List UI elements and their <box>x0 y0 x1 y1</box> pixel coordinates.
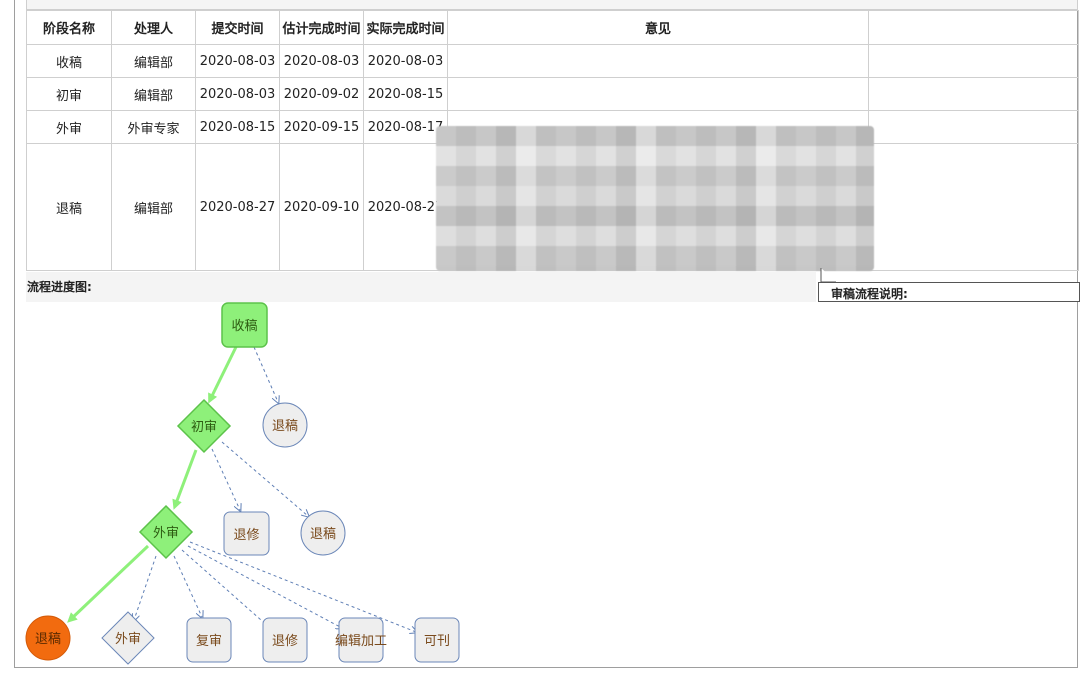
svg-text:退稿: 退稿 <box>272 418 298 434</box>
node-reject-1[interactable]: 退稿 <box>262 402 308 448</box>
node-editing[interactable]: 编辑加工 <box>335 617 387 663</box>
node-initial-review[interactable]: 初审 <box>176 398 232 454</box>
edge-initial-to-reject <box>221 441 308 516</box>
edge-received-to-reject <box>253 346 278 402</box>
svg-text:收稿: 收稿 <box>231 318 257 334</box>
edge-external-to-external2 <box>134 555 157 620</box>
svg-text:可刊: 可刊 <box>424 634 450 649</box>
edge-external-to-editing <box>187 545 342 628</box>
node-publishable[interactable]: 可刊 <box>414 617 460 663</box>
svg-text:外审: 外审 <box>153 526 179 541</box>
svg-text:初审: 初审 <box>191 420 217 435</box>
node-received[interactable]: 收稿 <box>221 302 268 348</box>
node-final-reject[interactable]: 退稿 <box>25 615 71 661</box>
flow-diagram: 收稿 退稿 初审 退修 退稿 外审 退稿 外审 复审 退修 编辑加工 可刊 <box>25 302 460 665</box>
edge-external-to-rereview <box>173 555 202 617</box>
svg-text:编辑加工: 编辑加工 <box>335 634 387 649</box>
svg-text:退稿: 退稿 <box>310 526 336 542</box>
node-revise-1[interactable]: 退修 <box>223 511 270 556</box>
svg-text:退稿: 退稿 <box>35 631 61 647</box>
edge-initial-to-external <box>172 449 198 510</box>
edge-external-to-revise2 <box>181 549 270 628</box>
node-external-review-2[interactable]: 外审 <box>101 611 155 665</box>
svg-text:复审: 复审 <box>196 634 222 649</box>
node-external-review[interactable]: 外审 <box>138 504 194 560</box>
node-reject-2[interactable]: 退稿 <box>300 510 346 556</box>
svg-text:退修: 退修 <box>233 528 259 543</box>
edge-received-to-initial <box>208 346 238 404</box>
node-revise-2[interactable]: 退修 <box>262 617 308 663</box>
svg-text:退修: 退修 <box>272 634 298 649</box>
edge-external-to-final-reject <box>67 544 150 623</box>
node-re-review[interactable]: 复审 <box>186 617 232 663</box>
edge-initial-to-revise <box>211 448 240 510</box>
svg-text:外审: 外审 <box>115 632 141 647</box>
